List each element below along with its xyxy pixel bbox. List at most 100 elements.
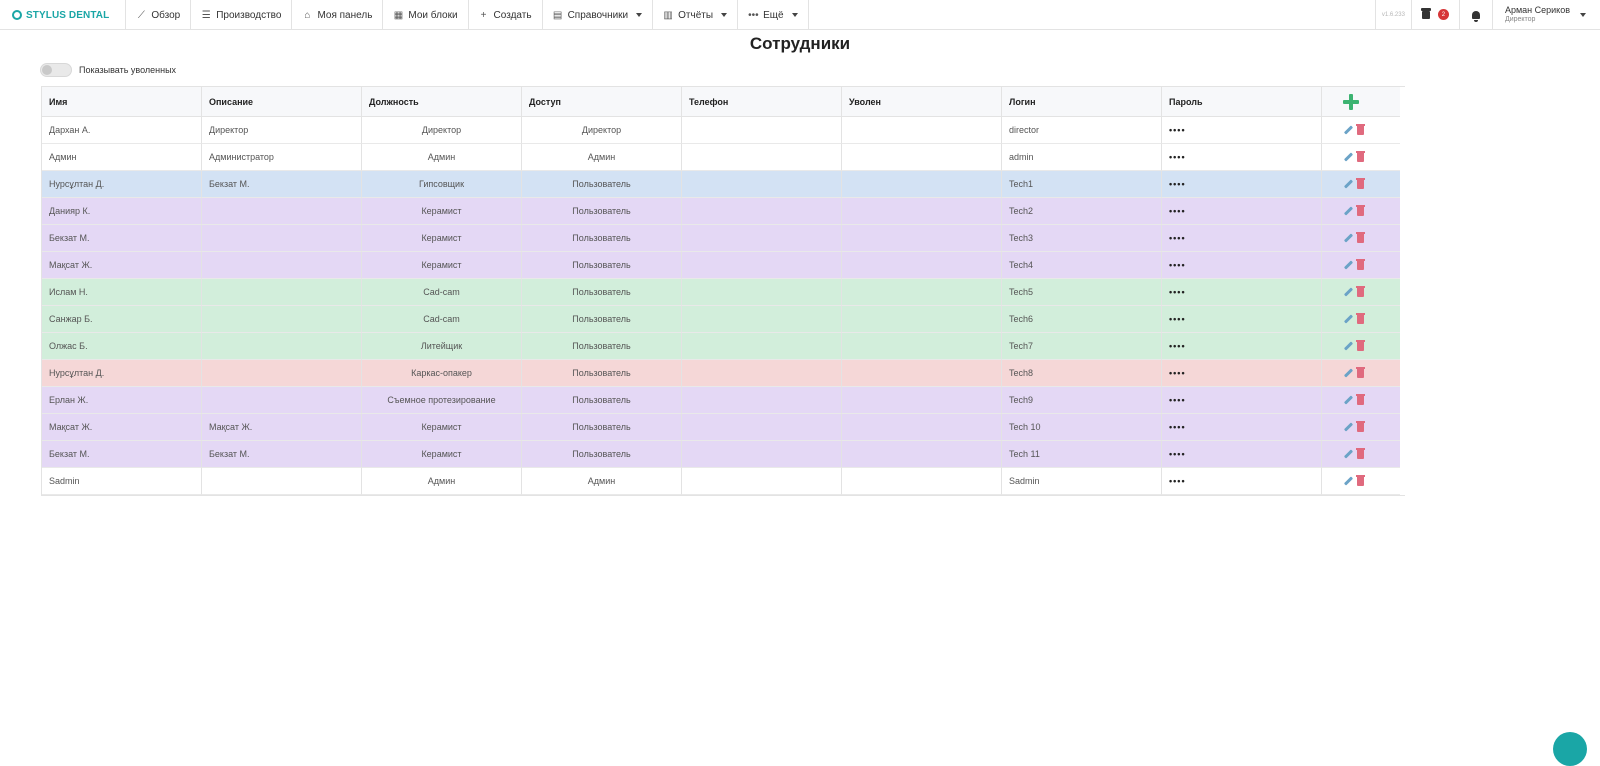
cell-phone [682, 306, 842, 333]
cell-position: Керамист [362, 225, 522, 252]
header-filler [1400, 87, 1407, 117]
row-filler [1400, 414, 1407, 441]
nav-item-plus[interactable]: + Создать [469, 0, 543, 30]
add-employee-button[interactable] [1322, 87, 1400, 117]
cell-access: Пользователь [522, 360, 682, 387]
pencil-icon[interactable] [1344, 153, 1353, 162]
row-filler [1400, 441, 1407, 468]
trash-icon[interactable] [1356, 151, 1365, 162]
tooth-logo-icon [12, 10, 22, 20]
trash-icon[interactable] [1356, 313, 1365, 324]
show-fired-label: Показывать уволенных [79, 65, 177, 75]
nav-item-chart-line[interactable]: ⟋ Обзор [126, 0, 192, 30]
cell-name: Дархан А. [42, 117, 202, 144]
pencil-icon[interactable] [1344, 423, 1353, 432]
pencil-icon[interactable] [1344, 261, 1353, 270]
pencil-icon[interactable] [1344, 234, 1353, 243]
cell-login: Tech7 [1002, 333, 1162, 360]
pencil-icon[interactable] [1344, 207, 1353, 216]
trash-icon[interactable] [1356, 259, 1365, 270]
pencil-icon[interactable] [1344, 396, 1353, 405]
show-fired-toggle[interactable] [40, 63, 72, 77]
cell-password: •••• [1162, 414, 1322, 441]
pencil-icon[interactable] [1344, 315, 1353, 324]
cell-fired [842, 279, 1002, 306]
pencil-icon[interactable] [1344, 342, 1353, 351]
app-version: v1.6.233 [1376, 0, 1412, 29]
cell-access: Пользователь [522, 171, 682, 198]
trash-icon[interactable] [1356, 232, 1365, 243]
header-login: Логин [1002, 87, 1162, 117]
row-filler [1400, 360, 1407, 387]
cell-name: Данияр К. [42, 198, 202, 225]
trash-icon[interactable] [1356, 394, 1365, 405]
user-menu[interactable]: Арман Сериков Директор [1493, 0, 1600, 29]
cell-phone [682, 144, 842, 171]
cell-login: Sadmin [1002, 468, 1162, 495]
chevron-down-icon [1580, 12, 1586, 17]
trash-icon[interactable] [1356, 367, 1365, 378]
header-access: Доступ [522, 87, 682, 117]
nav-item-list[interactable]: ☰ Производство [191, 0, 293, 30]
home-icon: ⌂ [304, 9, 311, 21]
cell-fired [842, 252, 1002, 279]
cell-login: director [1002, 117, 1162, 144]
trash-icon[interactable] [1356, 475, 1365, 486]
trash-icon[interactable] [1356, 340, 1365, 351]
cell-phone [682, 171, 842, 198]
nav-item-label: Справочники [567, 9, 629, 21]
employees-table: Имя Описание Должность Доступ Телефон Ув… [41, 86, 1407, 496]
nav-item-home[interactable]: ⌂ Моя панель [292, 0, 384, 30]
row-filler [1400, 468, 1407, 495]
cell-fired [842, 306, 1002, 333]
pencil-icon[interactable] [1344, 288, 1353, 297]
row-filler [1400, 306, 1407, 333]
bell-button[interactable] [1460, 0, 1493, 29]
trash-icon[interactable] [1356, 286, 1365, 297]
cell-password: •••• [1162, 306, 1322, 333]
cell-position: Керамист [362, 441, 522, 468]
trash-icon[interactable] [1356, 448, 1365, 459]
trash-icon[interactable] [1356, 205, 1365, 216]
notification-count-badge: 2 [1437, 9, 1449, 20]
bell-icon [1471, 10, 1480, 22]
cell-access: Пользователь [522, 441, 682, 468]
trash-icon[interactable] [1356, 178, 1365, 189]
cell-position: Керамист [362, 252, 522, 279]
nav-item-bar-chart[interactable]: ▥ Отчёты [653, 0, 739, 30]
row-actions [1322, 198, 1400, 225]
cell-fired [842, 468, 1002, 495]
pencil-icon[interactable] [1344, 477, 1353, 486]
chat-widget-button[interactable] [1553, 732, 1587, 766]
cell-login: Tech3 [1002, 225, 1162, 252]
nav-item-label: Моя панель [317, 9, 373, 21]
brand-logo-link[interactable]: STYLUS DENTAL [0, 0, 127, 30]
nav-item-label: Ещё [763, 9, 784, 21]
trash-icon[interactable] [1356, 421, 1365, 432]
cell-access: Директор [522, 117, 682, 144]
cell-fired [842, 144, 1002, 171]
header-password: Пароль [1162, 87, 1322, 117]
cell-description: Мақсат Ж. [202, 414, 362, 441]
brand-name: STYLUS DENTAL [26, 9, 110, 21]
row-filler [1400, 144, 1407, 171]
gift-notifications-button[interactable]: 2 [1412, 0, 1460, 29]
cell-name: Бекзат М. [42, 225, 202, 252]
cell-description [202, 279, 362, 306]
nav-item-grid[interactable]: ▦ Мои блоки [383, 0, 469, 30]
cell-description [202, 306, 362, 333]
nav-item-label: Создать [493, 9, 532, 21]
pencil-icon[interactable] [1344, 126, 1353, 135]
pencil-icon[interactable] [1344, 450, 1353, 459]
cell-access: Пользователь [522, 306, 682, 333]
cell-login: Tech 11 [1002, 441, 1162, 468]
cell-fired [842, 414, 1002, 441]
pencil-icon[interactable] [1344, 180, 1353, 189]
trash-icon[interactable] [1356, 124, 1365, 135]
row-actions [1322, 171, 1400, 198]
pencil-icon[interactable] [1344, 369, 1353, 378]
cell-access: Админ [522, 144, 682, 171]
row-actions [1322, 387, 1400, 414]
nav-item-ellipsis[interactable]: ••• Ещё [738, 0, 809, 30]
nav-item-book[interactable]: ▤ Справочники [543, 0, 654, 30]
